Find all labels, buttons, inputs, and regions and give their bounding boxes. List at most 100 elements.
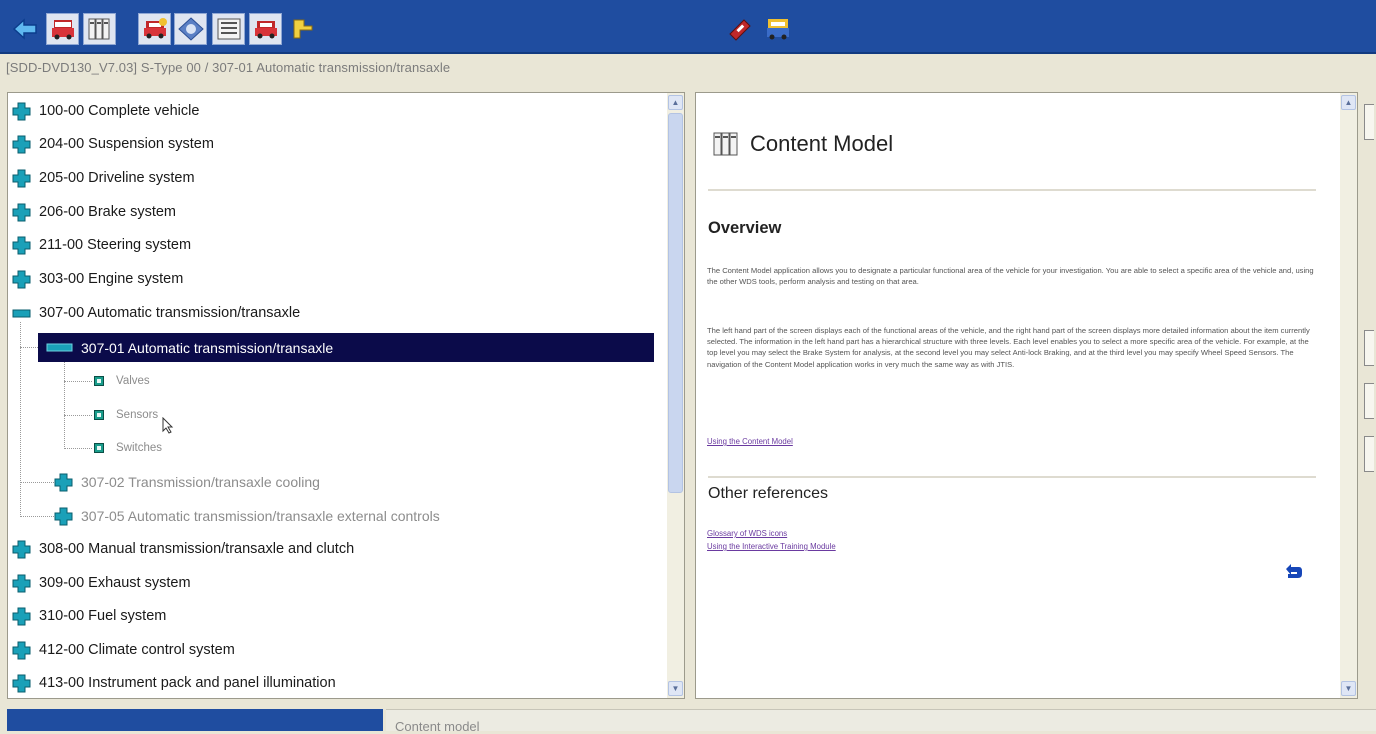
content-model-icon[interactable] [83, 13, 116, 45]
tree-item-label: 310-00 Fuel system [39, 608, 167, 624]
tree-item-205-00[interactable]: 205-00 Driveline system [12, 164, 195, 192]
expand-plus-icon [12, 135, 31, 153]
tree-connector [20, 516, 54, 517]
using-content-model-link[interactable]: Using the Content Model [707, 437, 793, 446]
collapse-minus-icon [12, 309, 31, 317]
disc-icon[interactable] [174, 13, 207, 45]
content-title: Content Model [712, 131, 893, 157]
tree-item-label: 303-00 Engine system [39, 271, 184, 287]
tree-item-206-00[interactable]: 206-00 Brake system [12, 198, 176, 226]
glossary-link[interactable]: Glossary of WDS icons [707, 529, 787, 538]
tree-item-label: Switches [116, 442, 163, 454]
tree-item-switches[interactable]: Switches [94, 434, 162, 462]
leaf-node-icon [94, 410, 104, 420]
content-scrollbar[interactable]: ▲ ▼ [1340, 93, 1357, 698]
tree-item-309-00[interactable]: 309-00 Exhaust system [12, 569, 191, 597]
training-module-link[interactable]: Using the Interactive Training Module [707, 542, 836, 551]
tree-item-label: 206-00 Brake system [39, 204, 177, 220]
expand-plus-icon [12, 641, 31, 659]
side-tab[interactable] [1364, 104, 1374, 140]
tree-item-label: 308-00 Manual transmission/transaxle and… [39, 541, 355, 557]
tree-item-sensors[interactable]: Sensors [94, 401, 158, 429]
expand-plus-icon [12, 270, 31, 288]
side-tab[interactable] [1364, 330, 1374, 366]
tree-item-303-00[interactable]: 303-00 Engine system [12, 265, 183, 293]
overview-paragraph: The left hand part of the screen display… [707, 326, 1310, 369]
expand-plus-icon [54, 473, 73, 491]
toolbar [0, 0, 1376, 54]
scroll-thumb[interactable] [668, 113, 683, 493]
expand-plus-icon [54, 507, 73, 525]
tree-item-413-00[interactable]: 413-00 Instrument pack and panel illumin… [12, 669, 336, 697]
scroll-up-button[interactable]: ▲ [668, 95, 683, 110]
content-info-panel: Content Model Overview The Content Model… [695, 92, 1358, 699]
expand-plus-icon [12, 574, 31, 592]
tree-item-310-00[interactable]: 310-00 Fuel system [12, 602, 166, 630]
list-icon[interactable] [212, 13, 245, 45]
expand-plus-icon [12, 102, 31, 120]
expand-plus-icon [12, 169, 31, 187]
tree-item-307-02[interactable]: 307-02 Transmission/transaxle cooling [54, 468, 320, 496]
toolbox-icon[interactable] [723, 13, 756, 45]
tree-item-412-00[interactable]: 412-00 Climate control system [12, 636, 235, 664]
tree-item-label: 205-00 Driveline system [39, 170, 195, 186]
expand-plus-icon [12, 607, 31, 625]
expand-plus-icon [12, 203, 31, 221]
tree-connector [20, 482, 54, 483]
back-arrow-icon[interactable] [8, 13, 41, 45]
status-bar: Content model [386, 709, 1376, 734]
tree-item-label: Valves [116, 375, 150, 387]
vehicle-data-icon[interactable] [761, 13, 794, 45]
tree-item-label: 412-00 Climate control system [39, 642, 235, 658]
scroll-up-button[interactable]: ▲ [1341, 95, 1356, 110]
side-tab[interactable] [1364, 436, 1374, 472]
content-model-icon [713, 132, 738, 156]
tree-item-label: 309-00 Exhaust system [39, 575, 191, 591]
tree-item-label: 307-01 Automatic transmission/transaxle [81, 339, 334, 356]
expand-plus-icon [12, 540, 31, 558]
tree-connector [20, 322, 21, 517]
toolbar-divider [0, 52, 1376, 54]
tree-item-valves[interactable]: Valves [94, 367, 150, 395]
tree-item-label: 307-05 Automatic transmission/transaxle … [81, 508, 440, 524]
forward-arrow-icon[interactable] [285, 13, 318, 45]
content-title-text: Content Model [750, 131, 894, 156]
scroll-down-button[interactable]: ▼ [1341, 681, 1356, 696]
vehicle-diagnostics-icon[interactable] [138, 13, 171, 45]
vehicle-tools-icon[interactable] [249, 13, 282, 45]
tree-connector [64, 381, 92, 382]
tree-item-307-01[interactable]: 307-01 Automatic transmission/transaxle [38, 333, 654, 362]
content-tree-panel: 100-00 Complete vehicle 204-00 Suspensio… [7, 92, 685, 699]
expand-plus-icon [12, 674, 31, 692]
tree-connector [64, 355, 65, 449]
tree-item-label: 204-00 Suspension system [39, 136, 214, 152]
tree-item-307-05[interactable]: 307-05 Automatic transmission/transaxle … [54, 502, 440, 530]
tree-item-204-00[interactable]: 204-00 Suspension system [12, 130, 214, 158]
divider [708, 476, 1316, 478]
scroll-down-button[interactable]: ▼ [668, 681, 683, 696]
mouse-cursor-icon [162, 417, 174, 434]
tree-item-label: 307-00 Automatic transmission/transaxle [39, 305, 301, 321]
tree-item-308-00[interactable]: 308-00 Manual transmission/transaxle and… [12, 535, 354, 563]
tree-connector [64, 415, 92, 416]
leaf-node-icon [94, 443, 104, 453]
overview-paragraph: The Content Model application allows you… [707, 266, 1314, 287]
tree-item-100-00[interactable]: 100-00 Complete vehicle [12, 97, 199, 125]
tree-scrollbar[interactable]: ▲ ▼ [667, 93, 684, 698]
other-references-heading: Other references [708, 485, 829, 502]
status-bar-left [7, 709, 383, 731]
side-tab[interactable] [1364, 383, 1374, 419]
breadcrumb: [SDD-DVD130_V7.03] S-Type 00 / 307-01 Au… [6, 60, 451, 75]
tree-item-label: 307-02 Transmission/transaxle cooling [81, 474, 320, 490]
return-icon[interactable] [1282, 561, 1304, 581]
tree-connector [64, 448, 92, 449]
overview-heading: Overview [708, 219, 782, 237]
vehicle-icon[interactable] [46, 13, 79, 45]
leaf-node-icon [94, 376, 104, 386]
tree-item-211-00[interactable]: 211-00 Steering system [12, 231, 191, 259]
tree-item-label: 211-00 Steering system [39, 237, 192, 253]
divider [708, 189, 1316, 191]
tree-item-label: 413-00 Instrument pack and panel illumin… [39, 675, 336, 691]
tree-item-307-00[interactable]: 307-00 Automatic transmission/transaxle [12, 299, 300, 327]
expand-plus-icon [12, 236, 31, 254]
